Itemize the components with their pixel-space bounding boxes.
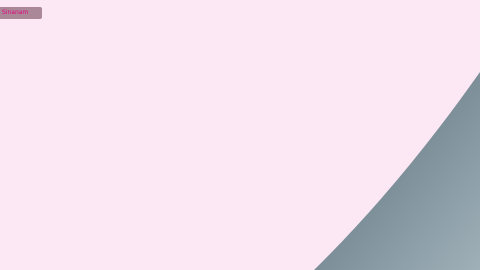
curved-background-shape xyxy=(314,72,480,270)
app-screen: Sinanam xyxy=(0,0,480,270)
corner-tab[interactable]: Sinanam xyxy=(0,7,42,19)
corner-tab-label: Sinanam xyxy=(2,9,29,16)
